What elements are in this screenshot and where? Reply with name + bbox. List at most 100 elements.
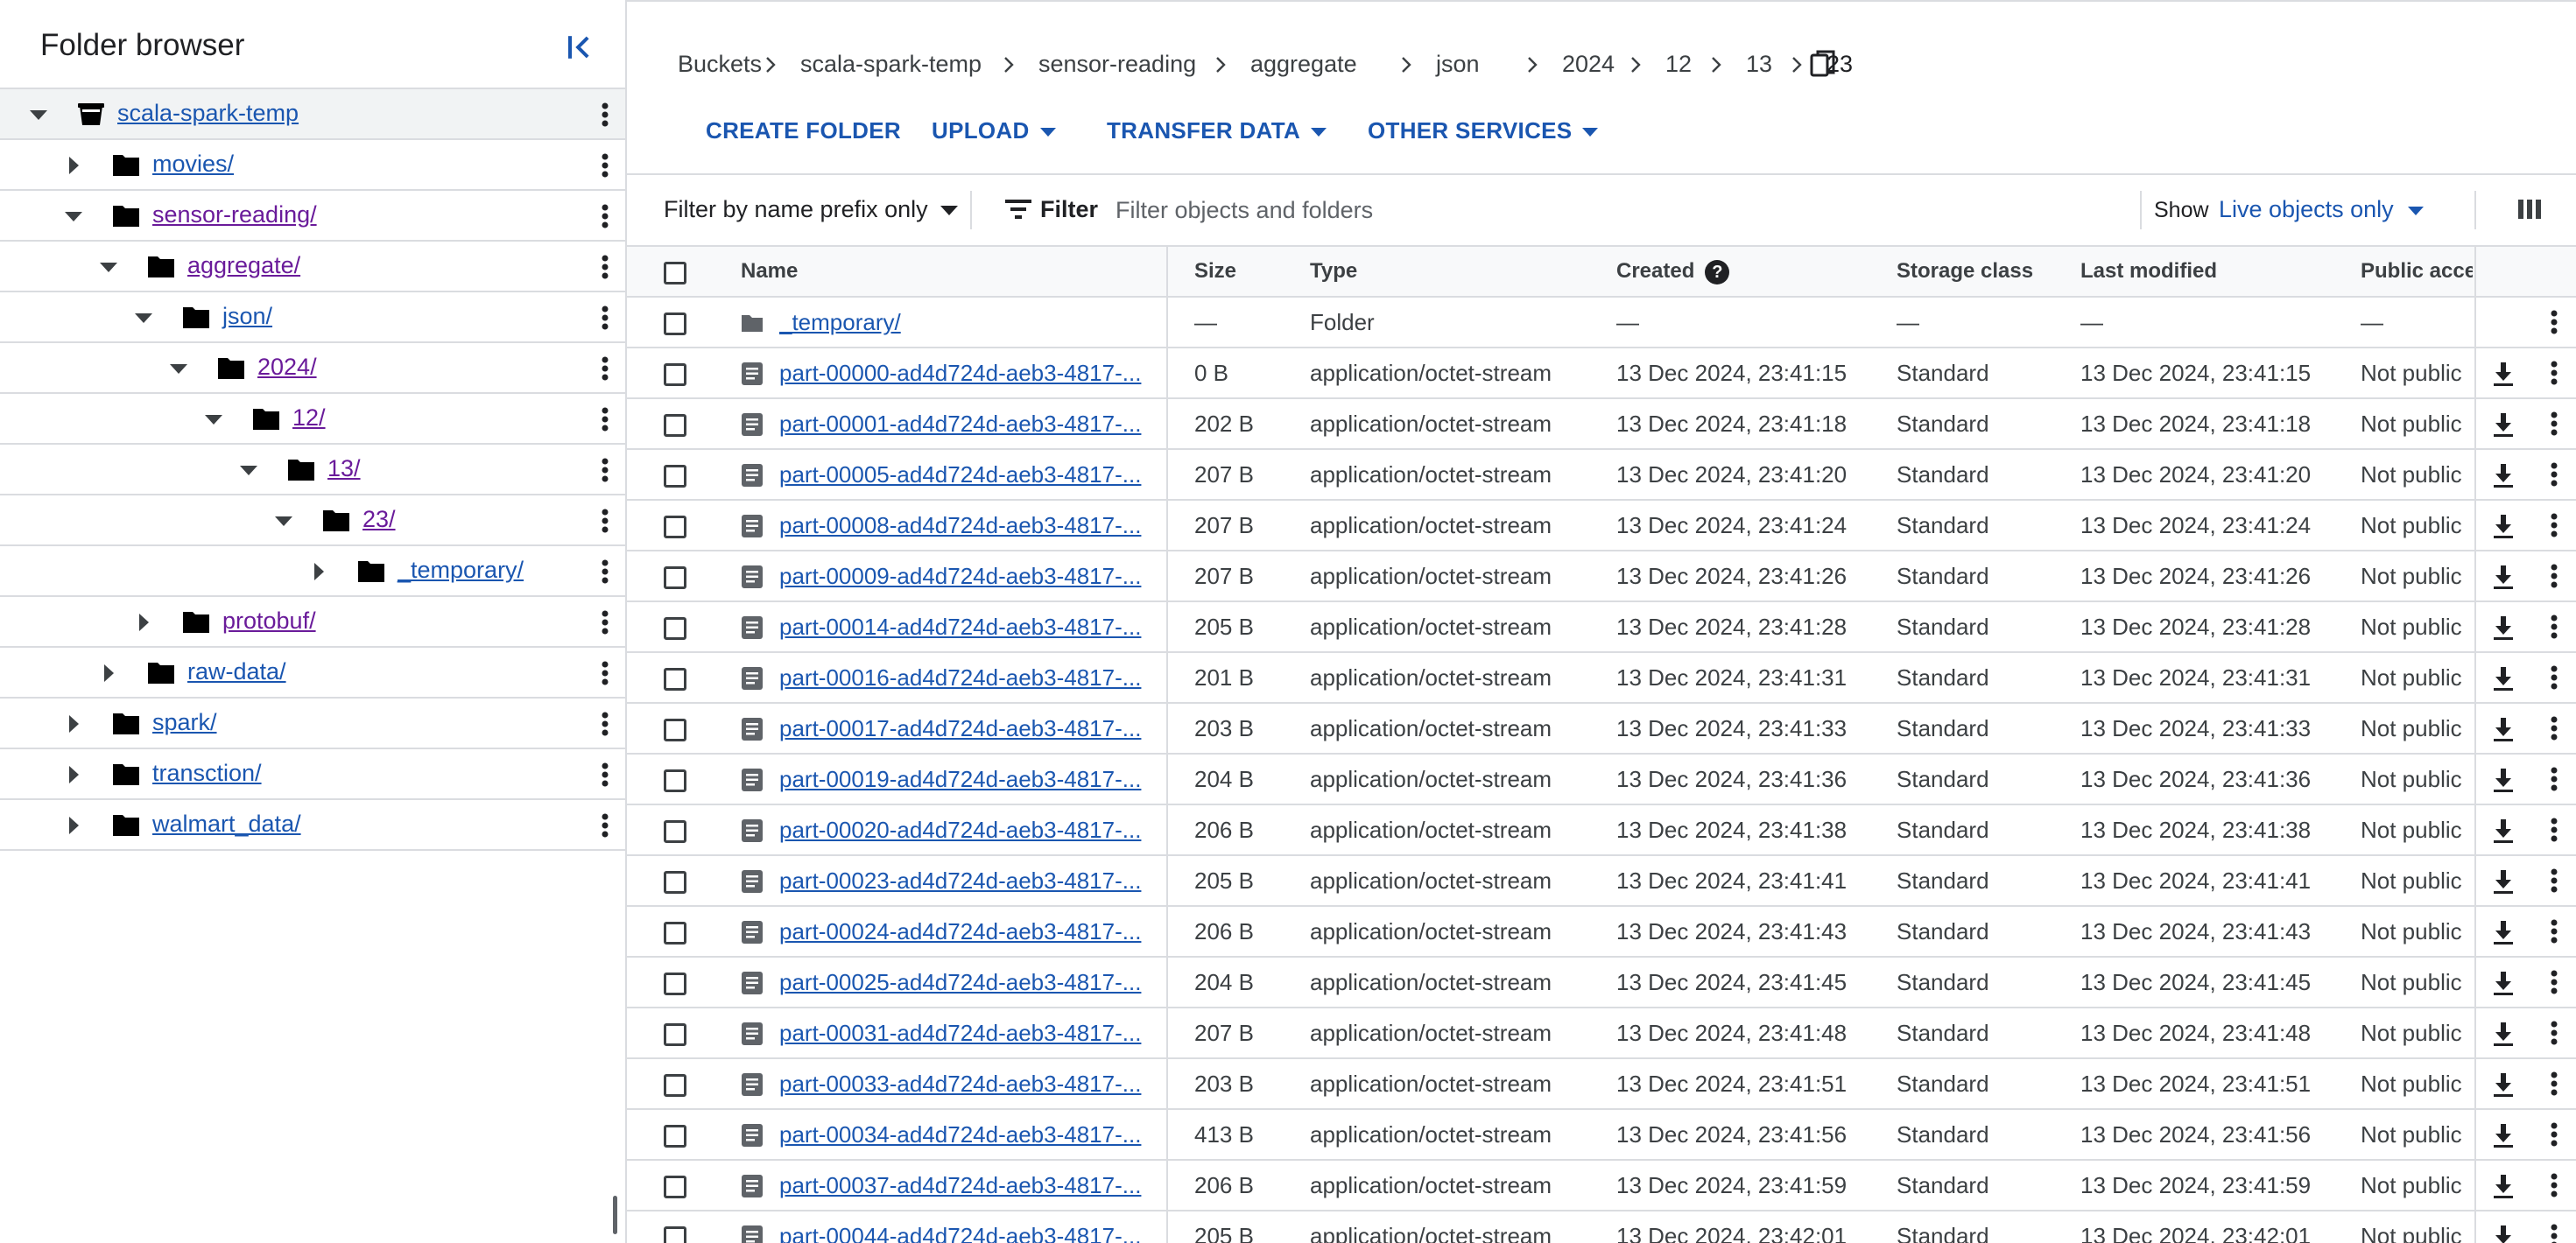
- object-name-link[interactable]: part-00020-ad4d724d-aeb3-4817-...: [779, 805, 1147, 854]
- row-checkbox[interactable]: [664, 1074, 686, 1097]
- download-icon[interactable]: [2490, 766, 2516, 794]
- more-vert-icon[interactable]: [2541, 664, 2567, 693]
- table-row[interactable]: part-00023-ad4d724d-aeb3-4817-... 205 B ap…: [627, 856, 2576, 907]
- table-row[interactable]: part-00009-ad4d724d-aeb3-4817-... 207 B ap…: [627, 551, 2576, 602]
- more-vert-icon[interactable]: [592, 507, 618, 535]
- row-checkbox[interactable]: [664, 566, 686, 589]
- download-icon[interactable]: [2490, 867, 2516, 895]
- download-icon[interactable]: [2490, 461, 2516, 489]
- caret-down-icon[interactable]: [236, 458, 261, 482]
- row-checkbox[interactable]: [664, 363, 686, 386]
- more-vert-icon[interactable]: [2541, 917, 2567, 947]
- table-row[interactable]: part-00008-ad4d724d-aeb3-4817-... 207 B ap…: [627, 501, 2576, 551]
- object-name-link[interactable]: part-00008-ad4d724d-aeb3-4817-...: [779, 501, 1147, 550]
- object-name-link[interactable]: part-00009-ad4d724d-aeb3-4817-...: [779, 551, 1147, 600]
- tree-item[interactable]: json/: [0, 292, 625, 343]
- object-name-link[interactable]: part-00023-ad4d724d-aeb3-4817-...: [779, 856, 1147, 905]
- table-row[interactable]: part-00044-ad4d724d-aeb3-4817-... 205 B ap…: [627, 1211, 2576, 1243]
- sidebar-scrollbar[interactable]: [613, 1196, 617, 1234]
- object-name-link[interactable]: part-00033-ad4d724d-aeb3-4817-...: [779, 1059, 1147, 1108]
- table-row[interactable]: part-00000-ad4d724d-aeb3-4817-... 0 B appl…: [627, 348, 2576, 399]
- row-checkbox[interactable]: [664, 719, 686, 741]
- column-header-public-access[interactable]: Public acces: [2361, 247, 2473, 296]
- column-header-created[interactable]: Created?: [1616, 247, 1730, 296]
- column-display-icon[interactable]: [2516, 196, 2543, 222]
- more-vert-icon[interactable]: [2541, 562, 2567, 592]
- download-icon[interactable]: [2490, 411, 2516, 439]
- transfer-data-button[interactable]: TRANSFER DATA: [1107, 117, 1327, 144]
- tree-item[interactable]: protobuf/: [0, 597, 625, 648]
- tree-item-label[interactable]: transction/: [152, 760, 262, 787]
- more-vert-icon[interactable]: [2541, 359, 2567, 389]
- table-row[interactable]: part-00031-ad4d724d-aeb3-4817-... 207 B ap…: [627, 1008, 2576, 1059]
- tree-item-label[interactable]: scala-spark-temp: [117, 100, 299, 127]
- tree-item[interactable]: scala-spark-temp: [0, 89, 625, 140]
- more-vert-icon[interactable]: [2541, 867, 2567, 896]
- more-vert-icon[interactable]: [592, 761, 618, 789]
- tree-item[interactable]: 2024/: [0, 343, 625, 394]
- tree-item-label[interactable]: protobuf/: [222, 607, 316, 635]
- row-checkbox[interactable]: [664, 1226, 686, 1243]
- caret-right-icon[interactable]: [131, 610, 156, 635]
- table-row[interactable]: part-00005-ad4d724d-aeb3-4817-... 207 B ap…: [627, 450, 2576, 501]
- show-objects-select[interactable]: Live objects only: [2219, 196, 2424, 223]
- row-checkbox[interactable]: [664, 1023, 686, 1046]
- table-row[interactable]: part-00017-ad4d724d-aeb3-4817-... 203 B ap…: [627, 704, 2576, 755]
- breadcrumb-item[interactable]: 13: [1746, 51, 1772, 78]
- tree-item-label[interactable]: 2024/: [257, 354, 317, 381]
- tree-item[interactable]: aggregate/: [0, 242, 625, 292]
- object-name-link[interactable]: part-00025-ad4d724d-aeb3-4817-...: [779, 958, 1147, 1007]
- row-checkbox[interactable]: [664, 769, 686, 792]
- more-vert-icon[interactable]: [2541, 714, 2567, 744]
- table-row[interactable]: part-00034-ad4d724d-aeb3-4817-... 413 B ap…: [627, 1110, 2576, 1161]
- breadcrumb-item[interactable]: scala-spark-temp: [800, 51, 982, 78]
- row-checkbox[interactable]: [664, 617, 686, 640]
- download-icon[interactable]: [2490, 1071, 2516, 1099]
- tree-item-label[interactable]: _temporary/: [398, 557, 524, 584]
- table-row[interactable]: part-00016-ad4d724d-aeb3-4817-... 201 B ap…: [627, 653, 2576, 704]
- copy-icon[interactable]: [1809, 49, 1837, 79]
- object-name-link[interactable]: _temporary/: [779, 298, 1147, 347]
- more-vert-icon[interactable]: [2541, 968, 2567, 998]
- tree-item[interactable]: sensor-reading/: [0, 191, 625, 242]
- more-vert-icon[interactable]: [2541, 1070, 2567, 1099]
- object-name-link[interactable]: part-00019-ad4d724d-aeb3-4817-...: [779, 755, 1147, 804]
- tree-item[interactable]: raw-data/: [0, 648, 625, 699]
- row-checkbox[interactable]: [664, 973, 686, 995]
- breadcrumb-item[interactable]: sensor-reading: [1038, 51, 1196, 78]
- tree-item-label[interactable]: sensor-reading/: [152, 201, 317, 228]
- tree-item[interactable]: _temporary/: [0, 546, 625, 597]
- download-icon[interactable]: [2490, 563, 2516, 591]
- breadcrumb-item[interactable]: Buckets: [678, 51, 762, 78]
- more-vert-icon[interactable]: [592, 608, 618, 636]
- tree-item[interactable]: transction/: [0, 749, 625, 800]
- caret-down-icon[interactable]: [201, 407, 226, 432]
- row-checkbox[interactable]: [664, 516, 686, 538]
- download-icon[interactable]: [2490, 360, 2516, 388]
- table-row[interactable]: part-00019-ad4d724d-aeb3-4817-... 204 B ap…: [627, 755, 2576, 805]
- row-checkbox[interactable]: [664, 1125, 686, 1148]
- table-row[interactable]: _temporary/ — Folder — — — —: [627, 298, 2576, 348]
- download-icon[interactable]: [2490, 918, 2516, 946]
- caret-down-icon[interactable]: [96, 255, 121, 279]
- object-name-link[interactable]: part-00001-ad4d724d-aeb3-4817-...: [779, 399, 1147, 448]
- more-vert-icon[interactable]: [592, 456, 618, 484]
- download-icon[interactable]: [2490, 512, 2516, 540]
- tree-item-label[interactable]: walmart_data/: [152, 811, 301, 838]
- more-vert-icon[interactable]: [2541, 1120, 2567, 1150]
- more-vert-icon[interactable]: [592, 558, 618, 586]
- object-name-link[interactable]: part-00024-ad4d724d-aeb3-4817-...: [779, 907, 1147, 956]
- column-header-type[interactable]: Type: [1310, 247, 1357, 296]
- tree-item-label[interactable]: spark/: [152, 709, 217, 736]
- more-vert-icon[interactable]: [2541, 1171, 2567, 1201]
- object-name-link[interactable]: part-00044-ad4d724d-aeb3-4817-...: [779, 1211, 1147, 1243]
- more-vert-icon[interactable]: [2541, 410, 2567, 439]
- caret-right-icon[interactable]: [61, 153, 86, 178]
- tree-item-label[interactable]: 12/: [292, 404, 326, 432]
- more-vert-icon[interactable]: [592, 151, 618, 179]
- object-name-link[interactable]: part-00016-ad4d724d-aeb3-4817-...: [779, 653, 1147, 702]
- tree-item-label[interactable]: raw-data/: [187, 658, 286, 685]
- tree-item-label[interactable]: aggregate/: [187, 252, 300, 279]
- row-checkbox[interactable]: [664, 313, 686, 335]
- row-checkbox[interactable]: [664, 820, 686, 843]
